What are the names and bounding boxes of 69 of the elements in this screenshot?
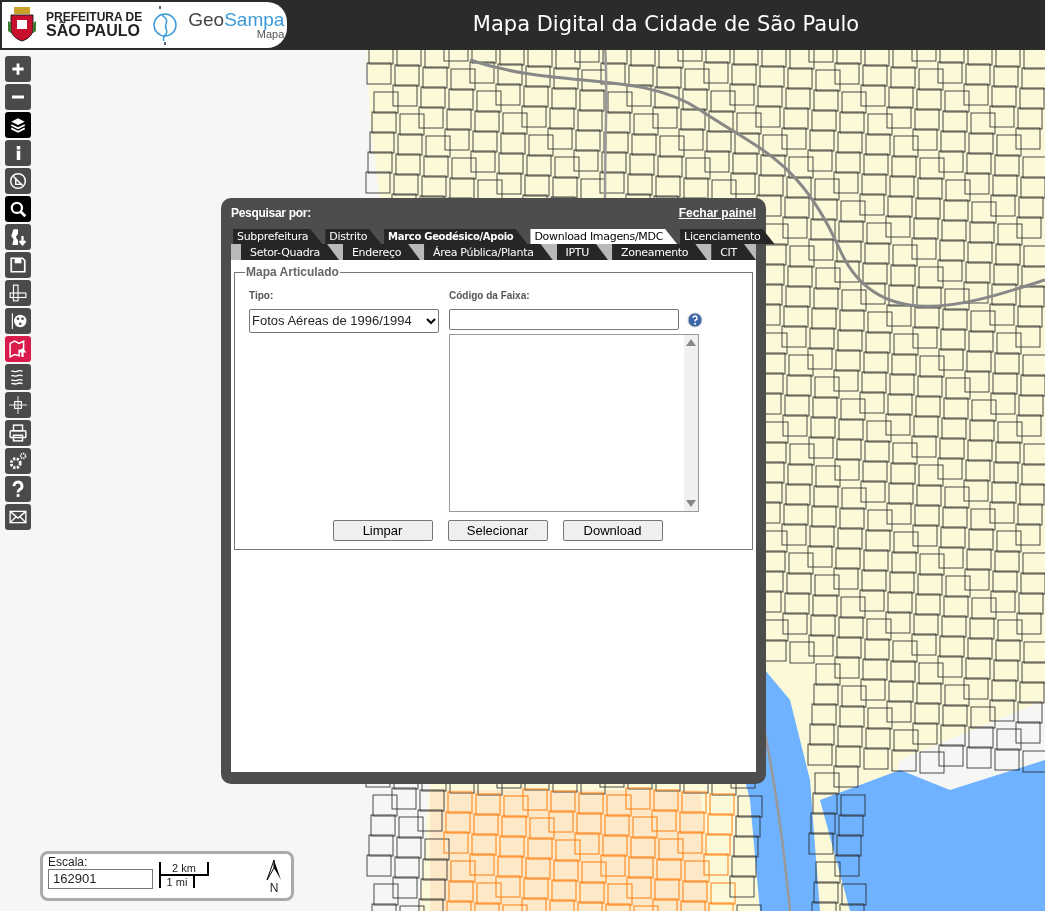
info-icon	[15, 146, 21, 160]
print-button[interactable]	[5, 420, 31, 446]
tab[interactable]: CIT	[711, 244, 756, 260]
minus-icon	[12, 95, 24, 99]
zoom-out-button[interactable]	[5, 84, 31, 110]
zoom-in-button[interactable]	[5, 56, 31, 82]
globe-map-icon	[152, 4, 179, 46]
plus-icon	[9, 60, 27, 78]
type-select[interactable]: Fotos Aéreas de 1996/1994	[249, 309, 439, 333]
tab[interactable]: Download Imagens/MDC	[530, 229, 678, 244]
tab[interactable]: Subprefeitura	[233, 229, 323, 244]
ruler-button[interactable]	[5, 280, 31, 306]
scrollbar[interactable]	[684, 335, 698, 511]
map-upload-button[interactable]	[5, 336, 31, 362]
download-button[interactable]: Download	[562, 520, 663, 541]
north-label: N	[269, 882, 279, 894]
download-button[interactable]	[5, 224, 31, 250]
scale-bar-km: 2 km	[159, 862, 209, 876]
page-title: Mapa Digital da Cidade de São Paulo	[471, 11, 861, 39]
code-label: Código da Faixa:	[449, 289, 531, 303]
scale-bar-mi: 1 mi	[159, 876, 195, 888]
mail-button[interactable]	[5, 504, 31, 530]
crosshair-button[interactable]	[5, 392, 31, 418]
search-button[interactable]	[5, 196, 31, 222]
panel-title: Pesquisar por:	[231, 205, 311, 222]
tab[interactable]: Zoneamento	[612, 244, 708, 260]
tab[interactable]: Setor-Quadra	[241, 244, 339, 260]
chevron-down-icon	[426, 316, 436, 325]
app-subtitle: Mapa	[256, 29, 285, 40]
tab[interactable]: IPTU	[556, 244, 609, 260]
select-button[interactable]: Selecionar	[447, 520, 548, 541]
printer-icon	[9, 424, 27, 442]
scale-input-field[interactable]: 162901	[48, 869, 153, 890]
tab[interactable]: Licenciamento	[680, 229, 775, 244]
scale-label: Escala:	[48, 856, 89, 870]
app-name: GeoSampa	[188, 10, 285, 29]
measure-icon	[9, 172, 27, 190]
contour-button[interactable]	[5, 364, 31, 390]
clear-button[interactable]: Limpar	[332, 520, 433, 541]
crosshair-icon	[9, 396, 27, 414]
reel-button[interactable]	[5, 308, 31, 334]
tab[interactable]: Marco Geodésico/Apoio	[384, 229, 528, 244]
tab[interactable]: Endereço	[343, 244, 421, 260]
scroll-up-icon[interactable]	[686, 339, 696, 346]
code-input-field[interactable]	[449, 309, 679, 330]
map-download-icon	[9, 228, 27, 246]
tab[interactable]: Área Pública/Planta	[424, 244, 553, 260]
tab[interactable]: Distrito	[325, 229, 382, 244]
close-panel-link[interactable]: Fechar painel	[678, 204, 756, 222]
film-reel-icon	[9, 312, 27, 330]
layers-icon	[9, 116, 27, 134]
envelope-icon	[9, 508, 27, 526]
gears-icon	[9, 452, 27, 470]
info-button[interactable]	[5, 140, 31, 166]
save-button[interactable]	[5, 252, 31, 278]
map-upload-icon	[9, 340, 27, 358]
help-icon[interactable]	[687, 311, 703, 328]
search-icon	[9, 200, 27, 218]
measure-button[interactable]	[5, 168, 31, 194]
help-button[interactable]	[5, 476, 31, 502]
scroll-down-icon[interactable]	[686, 500, 696, 507]
settings-button[interactable]	[5, 448, 31, 474]
layers-button[interactable]	[5, 112, 31, 138]
coat-of-arms-icon	[8, 7, 36, 43]
code-list-box[interactable]	[449, 334, 699, 512]
north-arrow-icon	[266, 860, 282, 882]
type-label: Tipo:	[249, 289, 275, 303]
section-legend: Mapa Articulado	[245, 266, 340, 278]
ruler-icon	[9, 284, 27, 302]
